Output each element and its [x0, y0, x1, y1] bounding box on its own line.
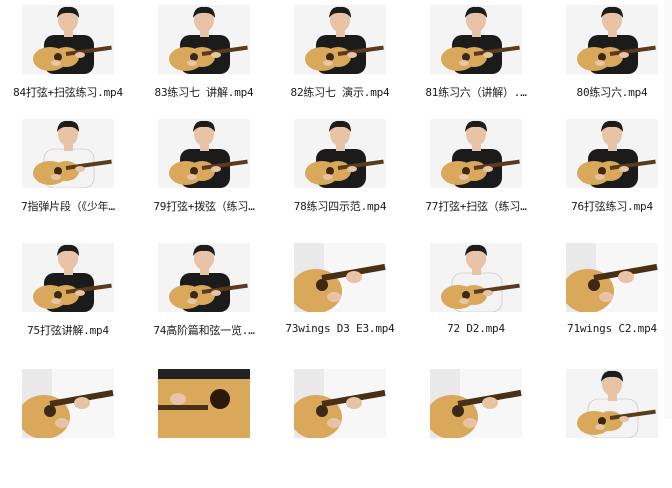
video-thumbnail[interactable] — [294, 119, 386, 188]
video-thumbnail[interactable] — [22, 5, 114, 74]
file-name-label: 83练习七 讲解.mp4 — [154, 86, 254, 99]
video-thumbnail[interactable] — [158, 369, 250, 438]
file-name-label: 81练习六（讲解）.… — [425, 86, 527, 99]
video-thumbnail-image — [158, 369, 250, 438]
file-name-label: 82练习七 演示.mp4 — [290, 86, 390, 99]
file-item[interactable]: 72 D2.mp4 — [408, 242, 544, 362]
video-thumbnail[interactable] — [566, 369, 658, 438]
file-name-label: 84打弦+扫弦练习.mp4 — [13, 86, 123, 99]
video-thumbnail-image — [430, 5, 522, 74]
file-item[interactable]: 73wings D3 E3.mp4 — [272, 242, 408, 362]
file-item[interactable]: 83练习七 讲解.mp4 — [136, 4, 272, 124]
video-thumbnail-image — [430, 369, 522, 438]
video-thumbnail-image — [158, 243, 250, 312]
file-name-label: 7指弹片段（《少年… — [21, 200, 115, 213]
video-thumbnail[interactable] — [430, 243, 522, 312]
video-thumbnail[interactable] — [294, 243, 386, 312]
file-item[interactable] — [544, 368, 672, 488]
file-item[interactable]: 79打弦+拨弦（练习… — [136, 118, 272, 238]
video-thumbnail-image — [158, 119, 250, 188]
video-thumbnail-image — [22, 119, 114, 188]
file-item[interactable]: 80练习六.mp4 — [544, 4, 672, 124]
file-name-label: 72 D2.mp4 — [447, 322, 505, 335]
file-name-label: 80练习六.mp4 — [576, 86, 648, 99]
video-thumbnail[interactable] — [430, 119, 522, 188]
video-thumbnail-image — [430, 119, 522, 188]
video-thumbnail-image — [294, 5, 386, 74]
video-thumbnail[interactable] — [158, 243, 250, 312]
file-name-label: 71wings C2.mp4 — [567, 322, 657, 335]
video-thumbnail[interactable] — [566, 5, 658, 74]
video-thumbnail-image — [430, 243, 522, 312]
file-item[interactable]: 82练习七 演示.mp4 — [272, 4, 408, 124]
file-item[interactable]: 84打弦+扫弦练习.mp4 — [0, 4, 136, 124]
video-thumbnail[interactable] — [22, 369, 114, 438]
file-item[interactable]: 77打弦+扫弦（练习… — [408, 118, 544, 238]
file-name-label: 78练习四示范.mp4 — [293, 200, 387, 213]
file-item[interactable]: 76打弦练习.mp4 — [544, 118, 672, 238]
file-name-label: 79打弦+拨弦（练习… — [153, 200, 255, 213]
file-item[interactable] — [272, 368, 408, 488]
video-thumbnail-image — [566, 369, 658, 438]
video-thumbnail[interactable] — [22, 243, 114, 312]
file-grid: 84打弦+扫弦练习.mp4 83练习七 讲解.mp4 82练习七 演示.mp4 81练… — [0, 0, 672, 438]
video-thumbnail-image — [22, 369, 114, 438]
video-thumbnail[interactable] — [430, 5, 522, 74]
file-name-label: 76打弦练习.mp4 — [571, 200, 653, 213]
video-thumbnail-image — [294, 119, 386, 188]
video-thumbnail-image — [22, 243, 114, 312]
video-thumbnail-image — [22, 5, 114, 74]
video-thumbnail-image — [566, 243, 658, 312]
video-thumbnail[interactable] — [566, 119, 658, 188]
video-thumbnail-image — [566, 5, 658, 74]
video-thumbnail[interactable] — [294, 369, 386, 438]
video-thumbnail-image — [566, 119, 658, 188]
video-thumbnail[interactable] — [294, 5, 386, 74]
file-name-label: 74高阶篇和弦一览.… — [153, 324, 255, 337]
video-thumbnail[interactable] — [158, 119, 250, 188]
file-item[interactable]: 78练习四示范.mp4 — [272, 118, 408, 238]
file-name-label: 73wings D3 E3.mp4 — [285, 322, 395, 335]
file-item[interactable] — [136, 368, 272, 488]
file-name-label: 77打弦+扫弦（练习… — [425, 200, 527, 213]
video-thumbnail[interactable] — [158, 5, 250, 74]
video-thumbnail-image — [294, 243, 386, 312]
file-name-label: 75打弦讲解.mp4 — [27, 324, 109, 337]
file-item[interactable]: 74高阶篇和弦一览.… — [136, 242, 272, 362]
file-item[interactable] — [0, 368, 136, 488]
video-thumbnail-image — [158, 5, 250, 74]
file-item[interactable] — [408, 368, 544, 488]
file-item[interactable]: 71wings C2.mp4 — [544, 242, 672, 362]
file-item[interactable]: 75打弦讲解.mp4 — [0, 242, 136, 362]
video-thumbnail-image — [294, 369, 386, 438]
video-thumbnail[interactable] — [22, 119, 114, 188]
video-thumbnail[interactable] — [566, 243, 658, 312]
scrollbar[interactable] — [664, 0, 672, 419]
file-item[interactable]: 81练习六（讲解）.… — [408, 4, 544, 124]
file-item[interactable]: 7指弹片段（《少年… — [0, 118, 136, 238]
video-thumbnail[interactable] — [430, 369, 522, 438]
